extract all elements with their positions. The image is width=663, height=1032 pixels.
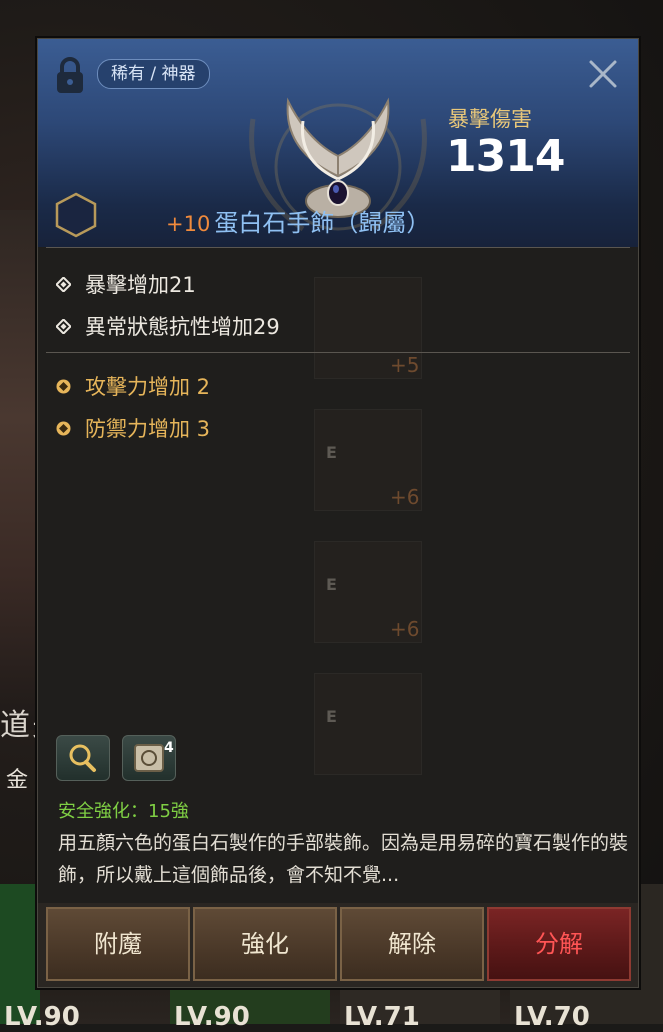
background-slot-level: +6 <box>390 617 420 641</box>
rarity-badge: 稀有 / 神器 <box>97 59 210 89</box>
item-name-text: 蛋白石手飾（歸屬） <box>214 209 431 237</box>
enchant-button[interactable]: 附魔 <box>46 907 190 981</box>
lock-icon[interactable] <box>54 57 86 95</box>
main-stat-label: 暴擊傷害 <box>448 107 532 131</box>
party-level: LV.71 <box>344 1002 420 1032</box>
close-icon[interactable] <box>588 59 618 89</box>
background-slot-e: E <box>326 443 337 462</box>
disassemble-button[interactable]: 分解 <box>487 907 631 981</box>
party-level: LV.90 <box>174 1002 250 1032</box>
item-name: +10 蛋白石手飾（歸屬） <box>166 203 430 238</box>
enhance-level: +10 <box>166 212 211 236</box>
bonus-attribute-text: 防禦力增加 3 <box>85 417 211 441</box>
magnify-icon <box>69 744 96 772</box>
base-attribute: 暴擊增加21 <box>56 269 196 299</box>
diamond-icon <box>56 318 71 334</box>
hexagon-icon[interactable] <box>52 191 100 239</box>
base-attribute: 異常狀態抗性增加29 <box>56 311 280 341</box>
item-detail-panel: 稀有 / 神器 暴擊傷害 1314 +10 蛋白石手飾（歸屬） +5 E +6 … <box>37 38 639 988</box>
release-button[interactable]: 解除 <box>340 907 484 981</box>
background-slot-e: E <box>326 575 337 594</box>
main-stat-value: 1314 <box>446 131 565 182</box>
party-level: LV.70 <box>514 1002 590 1032</box>
bonus-attribute-text: 攻擊力增加 2 <box>85 375 211 399</box>
party-level: LV.90 <box>4 1002 80 1032</box>
item-description: 用五顏六色的蛋白石製作的手部裝飾。因為是用易碎的寶石製作的裝飾，所以戴上這個飾品… <box>58 832 629 886</box>
background-slot-e: E <box>326 707 337 726</box>
background-character <box>0 210 40 730</box>
enhance-button[interactable]: 強化 <box>193 907 337 981</box>
bonus-attribute: 防禦力增加 3 <box>56 413 210 443</box>
base-attribute-text: 異常狀態抗性增加29 <box>85 315 280 339</box>
inspect-button[interactable] <box>56 735 110 781</box>
divider <box>46 247 630 248</box>
background-slot-level: +5 <box>390 353 420 377</box>
safe-enhance-label: 安全強化：15強 <box>58 801 189 822</box>
background-slot-level: +6 <box>390 485 420 509</box>
book-count: 4 <box>164 740 174 756</box>
diamond-icon <box>56 379 71 393</box>
base-attribute-text: 暴擊增加21 <box>85 273 196 297</box>
diamond-icon <box>56 276 71 292</box>
item-header: 稀有 / 神器 暴擊傷害 1314 +10 蛋白石手飾（歸屬） <box>38 39 638 247</box>
bonus-attribute: 攻擊力增加 2 <box>56 371 210 401</box>
diamond-icon <box>56 421 71 435</box>
divider <box>46 352 630 353</box>
